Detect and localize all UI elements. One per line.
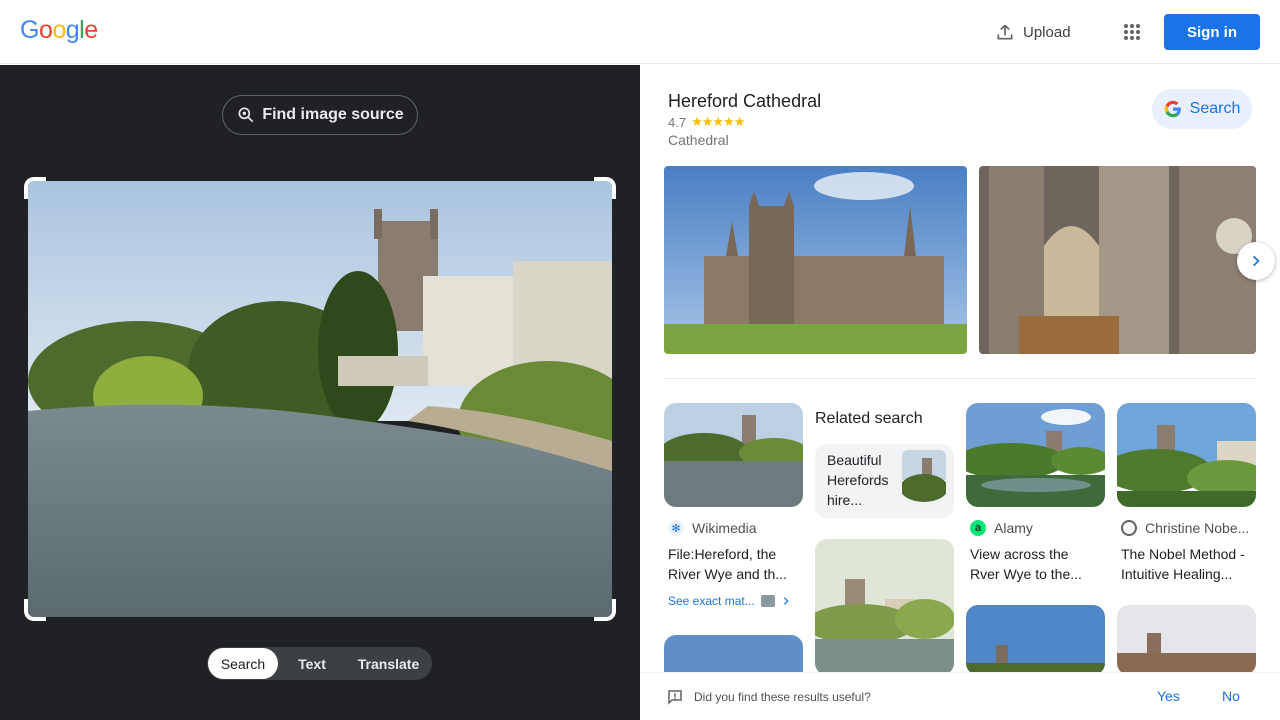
result-title[interactable]: View across the Rver Wye to the... [970,544,1100,584]
entity-image[interactable] [979,166,1256,354]
logo-letter: g [65,16,80,44]
result-image[interactable] [815,539,954,675]
google-g-icon [1164,100,1181,118]
feedback-no-button[interactable]: No [1222,688,1240,704]
logo-letter: o [38,16,53,44]
result-source[interactable]: Christine Nobe... [1121,520,1249,536]
upload-icon [997,24,1013,40]
result-image[interactable] [1117,605,1256,675]
related-search-image [902,450,946,510]
result-image[interactable] [966,605,1105,675]
globe-icon [1121,520,1137,536]
tab-text[interactable]: Text [278,648,346,679]
exact-match-thumbnail-icon [760,595,775,607]
alamy-icon: a [970,520,986,536]
entity-image[interactable] [664,166,967,354]
feedback-icon [668,690,682,705]
lens-search-icon [238,107,254,123]
see-exact-label: See exact mat... [668,594,755,608]
sign-in-button[interactable]: Sign in [1164,14,1260,50]
top-header: Google Upload Sign in [0,0,1280,64]
feedback-bar: Did you find these results useful? Yes N… [640,672,1280,720]
entity-search-button[interactable]: Search [1152,89,1252,129]
related-search-text: Beautiful Herefords hire... [827,452,889,508]
source-name: Wikimedia [692,520,757,536]
rating-value: 4.7 [668,114,687,130]
results-panel: Hereford Cathedral 4.7 ★★★★★ Cathedral S… [640,65,1280,720]
wikimedia-icon: ✻ [668,520,684,536]
crop-handle-bottom-right[interactable] [594,599,616,621]
entity-title[interactable]: Hereford Cathedral [668,91,821,112]
tab-translate[interactable]: Translate [346,648,431,679]
star-rating-icon: ★★★★★ [691,114,745,129]
result-title[interactable]: The Nobel Method - Intuitive Healing... [1121,544,1251,584]
source-name: Alamy [994,520,1033,536]
result-source[interactable]: ✻ Wikimedia [668,520,757,536]
apps-grid-icon [1124,24,1140,40]
upload-label: Upload [1023,23,1071,41]
logo-letter: G [20,16,39,44]
tab-search[interactable]: Search [208,648,278,679]
related-search-heading: Related search [815,410,923,427]
result-image[interactable] [1117,403,1256,507]
crop-selection[interactable] [24,177,616,621]
entity-search-label: Search [1189,100,1241,117]
carousel-next-button[interactable] [1237,242,1275,280]
chevron-right-icon [783,597,789,605]
feedback-question: Did you find these results useful? [694,690,871,704]
result-image[interactable] [664,403,803,507]
crop-handle-top-right[interactable] [594,177,616,199]
logo-letter: o [52,16,66,44]
see-exact-matches-link[interactable]: See exact mat... [668,594,791,608]
entity-type: Cathedral [668,132,729,148]
upload-button[interactable]: Upload [985,14,1081,50]
chevron-right-icon [1253,255,1260,267]
find-image-source-label: Find image source [262,106,404,123]
entity-rating: 4.7 ★★★★★ [668,114,745,130]
source-name: Christine Nobe... [1145,520,1250,536]
feedback-yes-button[interactable]: Yes [1157,688,1180,704]
logo-letter: e [84,16,98,44]
related-search-card[interactable]: Beautiful Herefords hire... [815,444,954,518]
find-image-source-button[interactable]: Find image source [222,95,418,135]
section-divider [664,378,1256,379]
crop-handle-bottom-left[interactable] [24,599,46,621]
result-title[interactable]: File:Hereford, the River Wye and th... [668,544,798,584]
mode-tabs: Search Text Translate [207,647,432,680]
result-source[interactable]: a Alamy [970,520,1033,536]
query-image-panel: Find image source Search Text Translate [0,65,640,720]
query-image [28,181,612,617]
apps-button[interactable] [1116,16,1148,48]
result-image[interactable] [966,403,1105,507]
google-logo[interactable]: Google [20,16,98,45]
crop-handle-top-left[interactable] [24,177,46,199]
